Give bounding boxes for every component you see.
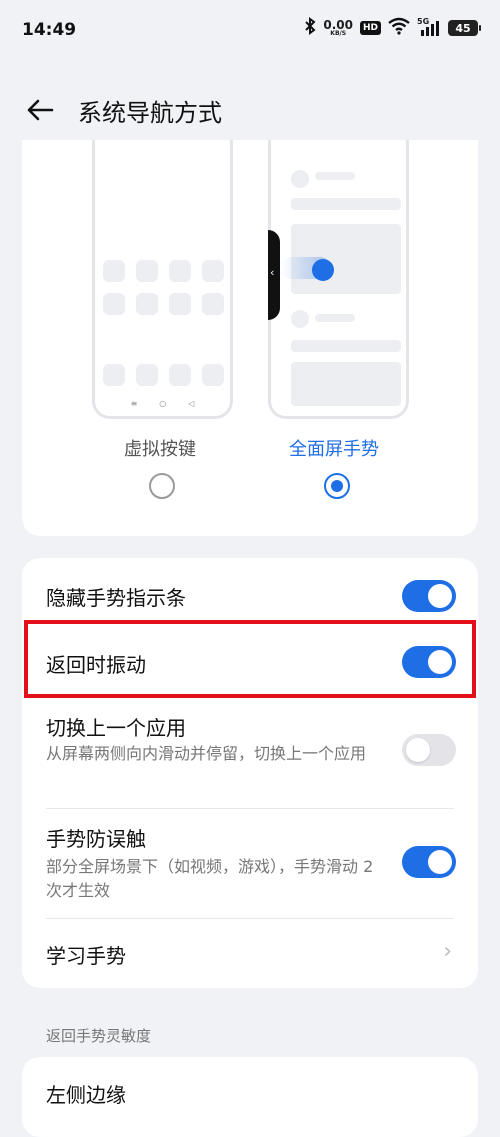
setting-title: 返回时振动 [46, 653, 146, 677]
setting-title: 学习手势 [46, 944, 126, 968]
mistouch-toggle[interactable] [402, 846, 456, 878]
setting-row-mistouch[interactable]: 手势防误触 部分全屏场景下（如视频，游戏），手势滑动 2 次才生效 [22, 809, 478, 917]
setting-title: 手势防误触 [46, 827, 146, 851]
section-label-back-sensitivity: 返回手势灵敏度 [46, 1027, 152, 1045]
bluetooth-icon [304, 17, 316, 39]
gesture-settings-card: 隐藏手势指示条 返回时振动 切换上一个应用 从屏幕两侧向内滑动并停留，切换上一个… [22, 558, 478, 988]
toggle-knob [428, 650, 452, 674]
virtual-keys-radio[interactable] [149, 473, 175, 499]
app-placeholder [202, 260, 224, 282]
status-icons: 0.00 KB/S HD 5G 45 [304, 17, 481, 39]
app-placeholder [136, 364, 158, 386]
hd-icon: HD [359, 21, 381, 35]
content-placeholder [291, 340, 401, 352]
navigation-preview-card: ≡ ○ ◁ ‹ 虚拟按键 全面屏手势 [22, 140, 478, 536]
fullscreen-gesture-radio[interactable] [324, 473, 350, 499]
app-placeholder [169, 293, 191, 315]
toggle-knob [428, 584, 452, 608]
mode-label-virtual-keys[interactable]: 虚拟按键 [124, 435, 196, 461]
page-title: 系统导航方式 [78, 99, 222, 127]
setting-description: 部分全屏场景下（如视频，游戏），手势滑动 2 次才生效 [46, 857, 374, 900]
app-placeholder [169, 364, 191, 386]
content-placeholder [315, 172, 355, 180]
setting-row-switch-app[interactable]: 切换上一个应用 从屏幕两侧向内滑动并停留，切换上一个应用 [22, 700, 478, 808]
virtual-keys-preview[interactable]: ≡ ○ ◁ [92, 140, 233, 419]
setting-row-hide-indicator[interactable]: 隐藏手势指示条 [22, 558, 478, 634]
setting-row-back-vibration[interactable]: 返回时振动 [22, 634, 478, 700]
edge-gesture-indicator: ‹ [268, 230, 280, 320]
menu-key-icon: ≡ [130, 399, 138, 408]
app-placeholder [202, 364, 224, 386]
setting-description: 从屏幕两侧向内滑动并停留，切换上一个应用 [46, 744, 367, 763]
content-placeholder [291, 310, 309, 328]
content-placeholder [315, 314, 355, 322]
chevron-left-icon: ‹ [270, 266, 275, 279]
switch-app-toggle[interactable] [402, 734, 456, 766]
swipe-touch-dot [312, 259, 334, 281]
toggle-knob [428, 850, 452, 874]
back-vibration-toggle[interactable] [402, 646, 456, 678]
setting-title: 切换上一个应用 [46, 716, 186, 740]
app-placeholder [169, 260, 191, 282]
toggle-knob [406, 738, 430, 762]
content-placeholder [291, 198, 401, 210]
app-dock [103, 364, 224, 386]
hide-indicator-toggle[interactable] [402, 580, 456, 612]
net-speed: 0.00 KB/S [323, 19, 353, 37]
app-placeholder [202, 293, 224, 315]
gesture-preview[interactable]: ‹ [268, 140, 409, 419]
setting-title: 隐藏手势指示条 [46, 586, 186, 610]
status-bar: 14:49 0.00 KB/S HD 5G 45 [0, 0, 500, 62]
virtual-nav-keys: ≡ ○ ◁ [95, 399, 230, 408]
app-placeholder [103, 364, 125, 386]
mode-label-fullscreen-gesture[interactable]: 全面屏手势 [289, 435, 379, 461]
app-placeholder [136, 260, 158, 282]
app-grid [103, 260, 224, 315]
left-edge-item[interactable]: 左侧边缘 [46, 1079, 126, 1108]
wifi-icon [388, 17, 410, 39]
sensitivity-card: 左侧边缘 [22, 1057, 478, 1137]
content-placeholder [291, 362, 401, 406]
app-placeholder [103, 293, 125, 315]
home-key-icon: ○ [159, 399, 167, 408]
back-arrow-icon [27, 99, 54, 121]
back-button[interactable] [22, 92, 58, 128]
status-time: 14:49 [22, 20, 77, 40]
chevron-right-icon: › [443, 939, 452, 964]
app-header: 系统导航方式 [0, 80, 500, 140]
app-placeholder [136, 293, 158, 315]
battery-icon: 45 [448, 20, 481, 36]
back-key-icon: ◁ [188, 399, 195, 408]
app-placeholder [103, 260, 125, 282]
net-speed-unit: KB/S [330, 30, 347, 37]
content-placeholder [291, 170, 309, 188]
setting-row-learn-gestures[interactable]: 学习手势 › [22, 919, 478, 988]
signal-icon: 5G [417, 17, 441, 37]
